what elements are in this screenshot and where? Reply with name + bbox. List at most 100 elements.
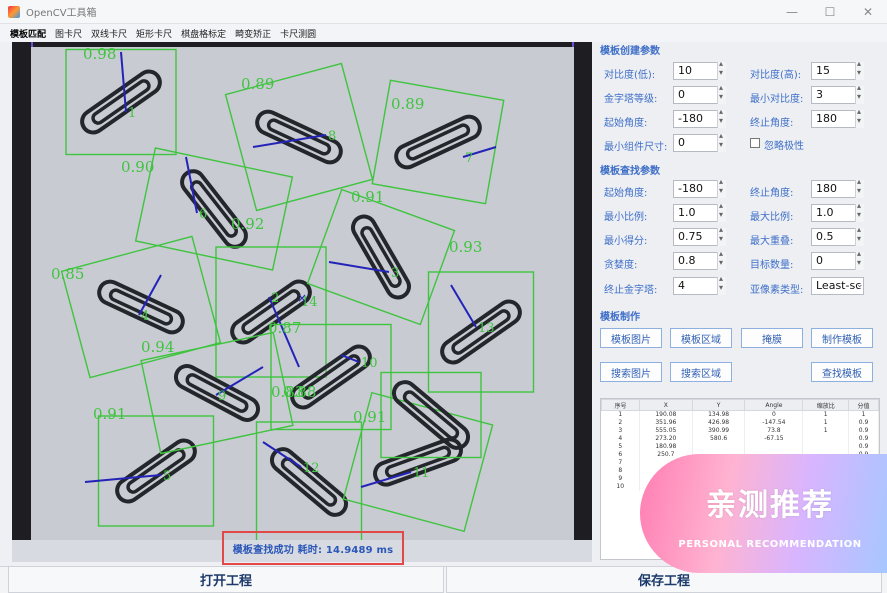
status-message: 模板查找成功 耗时: 14.9489 ms [232, 544, 394, 556]
table-cell: 351.96 [639, 418, 693, 427]
search-image-button[interactable]: 搜索图片 [600, 362, 662, 382]
find-template-button[interactable]: 查找模板 [811, 362, 873, 382]
match-score: 0.85 [51, 265, 84, 283]
paper-clip [391, 380, 471, 450]
ignore-polarity-label: 忽略极性 [764, 141, 804, 152]
match-id: 12 [303, 461, 320, 476]
template-region-button[interactable]: 模板区域 [670, 328, 732, 348]
promo-title: 亲测推荐 [706, 488, 834, 523]
table-cell: 134.98 [692, 410, 746, 419]
create-end-angle-label: 终止角度: [750, 118, 794, 129]
match-box [134, 147, 294, 271]
table-cell: 5 [601, 442, 640, 451]
chevron-down-icon[interactable]: ⌄ [856, 280, 864, 290]
contrast-low-spinner[interactable] [717, 59, 726, 80]
end-pyramid-spinner[interactable] [717, 274, 726, 295]
make-template-button[interactable]: 制作模板 [811, 328, 873, 348]
subpixel-label: 亚像素类型: [750, 285, 804, 296]
search-end-angle-label: 终止角度: [750, 188, 794, 199]
match-id: 3 [391, 266, 399, 281]
max-overlap-spinner[interactable] [855, 225, 864, 246]
menu-template-match[interactable]: 模板匹配 [10, 27, 46, 40]
menu-distortion-correct[interactable]: 畸变矫正 [235, 27, 271, 40]
maximize-icon[interactable]: ☐ [811, 0, 849, 24]
template-image-button[interactable]: 模板图片 [600, 328, 662, 348]
table-row[interactable]: 2 351.96 426.98 -147.54 1 0.9 [601, 418, 879, 427]
pyramid-spinner[interactable] [717, 83, 726, 104]
paper-clip [80, 69, 162, 135]
direction-vector [450, 284, 477, 328]
table-cell: 73.8 [744, 426, 804, 435]
table-cell: -67.15 [744, 434, 804, 443]
table-row[interactable]: 5 180.98 0.9 [601, 442, 879, 451]
menu-rect-caliper[interactable]: 矩形卡尺 [136, 27, 172, 40]
match-score: 0.98 [83, 47, 116, 63]
greediness-spinner[interactable] [717, 249, 726, 270]
match-box [255, 421, 363, 540]
open-project-button[interactable]: 打开工程 [8, 566, 444, 593]
match-box [60, 235, 222, 379]
contrast-high-spinner[interactable] [855, 59, 864, 80]
min-contrast-spinner[interactable] [855, 83, 864, 104]
ignore-polarity-checkbox[interactable] [750, 138, 760, 148]
search-end-angle-spinner[interactable] [855, 177, 864, 198]
search-start-angle-spinner[interactable] [717, 177, 726, 198]
image-view[interactable]: 0.98 1 0.89 8 0.89 7 0.90 6 0.92 2 0.91 3 0.93 13 0.85… [31, 47, 574, 540]
min-contrast-label: 最小对比度: [750, 94, 804, 105]
table-cell: 0.9 [848, 418, 879, 427]
match-id: 10 [361, 356, 378, 371]
match-score: 0.89 [241, 75, 274, 93]
mask-button[interactable]: 掩膜 [741, 328, 803, 348]
col-scale: 缩放比 [802, 399, 849, 411]
close-icon[interactable]: ✕ [849, 0, 887, 24]
max-scale-spinner[interactable] [855, 201, 864, 222]
paper-clip [173, 364, 261, 422]
menu-caliper-circle[interactable]: 卡尺测圆 [280, 27, 316, 40]
image-canvas[interactable]: 0.98 1 0.89 8 0.89 7 0.90 6 0.92 2 0.91 3 0.93 13 0.85… [12, 42, 592, 540]
minimize-icon[interactable]: — [773, 0, 811, 24]
table-cell: 273.20 [639, 434, 693, 443]
table-row[interactable]: 3 555.05 390.99 73.8 1 0.9 [601, 426, 879, 435]
min-scale-label: 最小比例: [604, 212, 648, 223]
match-overlay: 0.98 1 0.89 8 0.89 7 0.90 6 0.92 2 0.91 3 0.93 13 0.85… [51, 47, 535, 540]
menu-double-line-caliper[interactable]: 双线卡尺 [91, 27, 127, 40]
table-cell: 1 [802, 418, 849, 427]
table-cell: 2 [601, 418, 640, 427]
min-size-spinner[interactable] [717, 131, 726, 152]
paper-clip [180, 169, 248, 249]
col-y: Y [691, 399, 746, 411]
match-score: 0.88 [283, 383, 316, 401]
table-cell: 1 [848, 410, 879, 419]
table-cell: 1 [601, 410, 640, 419]
match-result: 0.85 4 [51, 235, 222, 379]
search-region-button[interactable]: 搜索区域 [670, 362, 732, 382]
table-cell: 8 [601, 466, 640, 475]
table-cell: 7 [601, 458, 640, 467]
table-cell: 390.99 [692, 426, 746, 435]
col-angle: Angle [744, 399, 804, 411]
table-cell [802, 442, 849, 451]
search-params-title: 模板查找参数 [600, 166, 660, 177]
pyramid-label: 金字塔等级: [604, 94, 658, 105]
match-result: 0.90 6 [121, 147, 294, 271]
num-targets-spinner[interactable] [855, 249, 864, 270]
menu-circle-caliper[interactable]: 图卡尺 [55, 27, 82, 40]
table-cell: 0 [744, 410, 804, 419]
menu-checkerboard-calib[interactable]: 棋盘格标定 [181, 27, 226, 40]
table-row[interactable]: 4 273.20 580.6 -67.15 0.9 [601, 434, 879, 443]
col-index: 序号 [601, 399, 640, 411]
paper-clip [351, 214, 411, 300]
create-start-angle-spinner[interactable] [717, 107, 726, 128]
table-row[interactable]: 1 190.08 134.98 0 1 1 [601, 410, 879, 419]
max-overlap-label: 最大重叠: [750, 236, 794, 247]
min-scale-spinner[interactable] [717, 201, 726, 222]
paper-clip [269, 447, 349, 517]
create-end-angle-spinner[interactable] [855, 107, 864, 128]
min-score-spinner[interactable] [717, 225, 726, 246]
col-score: 分值 [848, 399, 879, 411]
match-id: 9 [218, 389, 226, 404]
min-score-label: 最小得分: [604, 236, 648, 247]
table-cell: 4 [601, 434, 640, 443]
match-score: 0.94 [141, 338, 174, 356]
match-score: 0.91 [351, 188, 384, 206]
